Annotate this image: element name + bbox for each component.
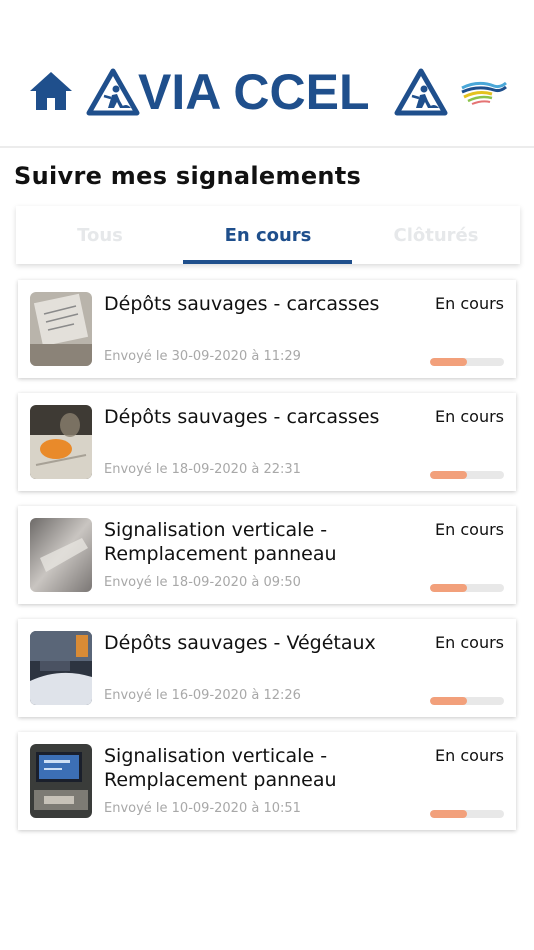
report-date: Envoyé le 10-09-2020 à 10:51 — [104, 801, 301, 816]
progress-fill — [430, 358, 467, 366]
report-photo — [30, 744, 92, 818]
progress-fill — [430, 584, 467, 592]
report-status: En cours — [435, 746, 504, 765]
home-icon[interactable] — [28, 70, 74, 112]
report-photo — [30, 292, 92, 366]
report-card[interactable]: Dépôts sauvages - carcasses Envoyé le 30… — [18, 280, 516, 378]
logo-text: VIA CCEL — [138, 64, 370, 120]
roadwork-sign-icon — [86, 68, 140, 116]
wave-logo-icon — [461, 81, 507, 105]
report-date: Envoyé le 18-09-2020 à 09:50 — [104, 575, 301, 590]
progress-fill — [430, 471, 467, 479]
report-date: Envoyé le 18-09-2020 à 22:31 — [104, 462, 301, 477]
app-header: VIA CCEL — [0, 0, 534, 148]
roadwork-sign-icon — [394, 68, 448, 116]
report-title: Signalisation verticale - Remplacement p… — [104, 519, 337, 565]
report-title: Dépôts sauvages - carcasses — [104, 293, 380, 315]
page-title: Suivre mes signalements — [14, 162, 362, 190]
tab-tous[interactable]: Tous — [16, 206, 184, 264]
report-photo — [30, 405, 92, 479]
report-card[interactable]: Signalisation verticale - Remplacement p… — [18, 732, 516, 830]
progress-bar — [430, 584, 504, 592]
report-status: En cours — [435, 294, 504, 313]
report-card[interactable]: Dépôts sauvages - carcasses Envoyé le 18… — [18, 393, 516, 491]
progress-bar — [430, 697, 504, 705]
tab-en-cours[interactable]: En cours — [184, 206, 352, 264]
tab-clotures[interactable]: Clôturés — [352, 206, 520, 264]
report-title: Signalisation verticale - Remplacement p… — [104, 745, 337, 791]
active-tab-indicator — [183, 260, 352, 264]
app-logo: VIA CCEL — [86, 64, 450, 120]
report-date: Envoyé le 30-09-2020 à 11:29 — [104, 349, 301, 364]
progress-bar — [430, 358, 504, 366]
report-photo — [30, 631, 92, 705]
progress-fill — [430, 697, 467, 705]
report-status: En cours — [435, 633, 504, 652]
report-card[interactable]: Dépôts sauvages - Végétaux Envoyé le 16-… — [18, 619, 516, 717]
report-status: En cours — [435, 407, 504, 426]
progress-bar — [430, 471, 504, 479]
progress-fill — [430, 810, 467, 818]
report-title: Dépôts sauvages - carcasses — [104, 406, 380, 428]
progress-bar — [430, 810, 504, 818]
tab-bar: Tous En cours Clôturés — [16, 206, 520, 264]
report-photo — [30, 518, 92, 592]
report-card[interactable]: Signalisation verticale - Remplacement p… — [18, 506, 516, 604]
report-title: Dépôts sauvages - Végétaux — [104, 632, 376, 654]
report-date: Envoyé le 16-09-2020 à 12:26 — [104, 688, 301, 703]
report-status: En cours — [435, 520, 504, 539]
